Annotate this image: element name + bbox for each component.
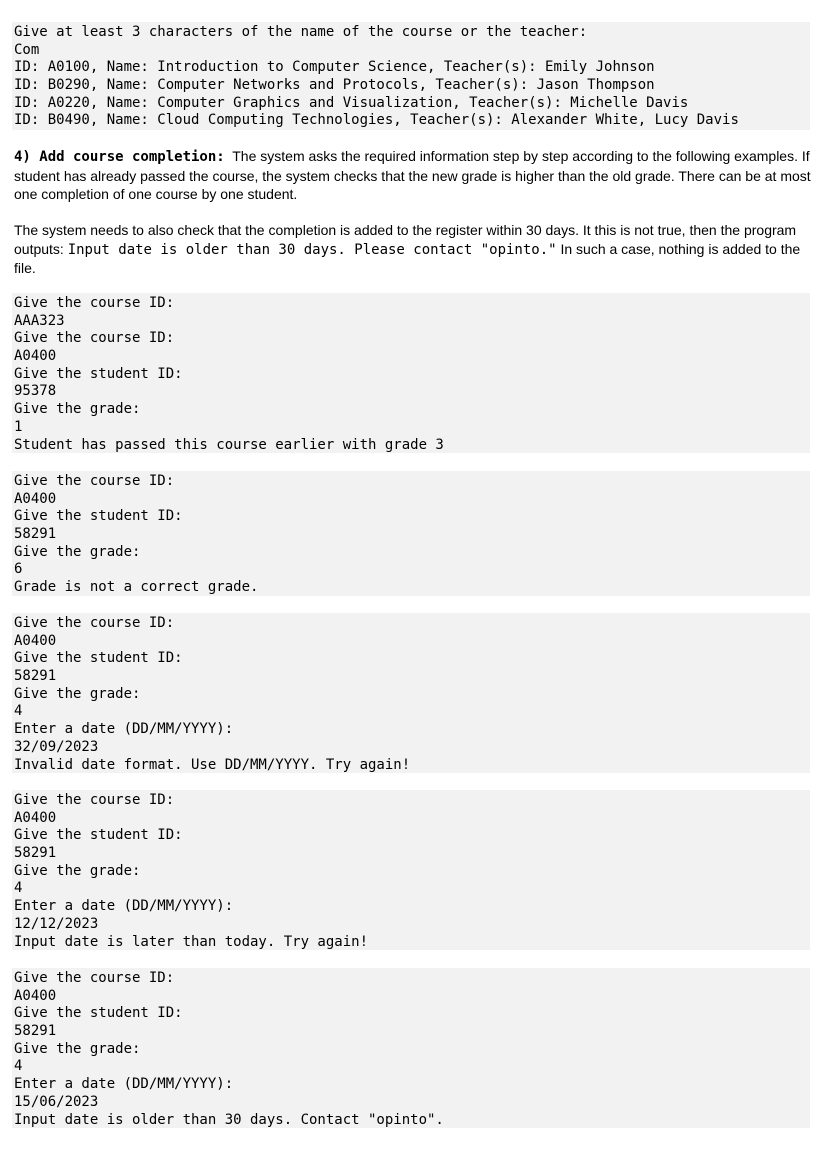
code-line: 15/06/2023 xyxy=(14,1093,99,1110)
code-line: 95378 xyxy=(14,383,57,400)
example-block: Give the course ID: A0400 Give the stude… xyxy=(12,790,810,950)
code-line: Give the course ID: xyxy=(14,473,175,489)
code-line: Give the student ID: xyxy=(14,508,183,525)
code-line: Give the course ID: xyxy=(14,295,175,311)
example-block: Give the course ID: A0400 Give the stude… xyxy=(12,968,810,1128)
code-line: Enter a date (DD/MM/YYYY): xyxy=(14,898,234,915)
rule-inline-code: Input date is older than 30 days. Please… xyxy=(67,241,557,258)
code-line: Input date is later than today. Try agai… xyxy=(14,933,369,950)
code-line: A0400 xyxy=(14,490,57,507)
code-line: 58291 xyxy=(14,1023,57,1040)
code-line: A0400 xyxy=(14,809,57,826)
code-line: 4 xyxy=(14,880,23,897)
code-line: ID: A0100, Name: Introduction to Compute… xyxy=(14,59,655,76)
section-paragraph-rule: The system needs to also check that the … xyxy=(14,221,814,278)
code-line: Give the student ID: xyxy=(14,650,183,667)
code-line: ID: B0490, Name: Cloud Computing Technol… xyxy=(14,112,739,129)
code-line: Give the course ID: xyxy=(14,792,175,808)
code-line: A0400 xyxy=(14,348,57,365)
code-line: Student has passed this course earlier w… xyxy=(14,436,444,453)
code-line: 58291 xyxy=(14,845,57,862)
code-line: Enter a date (DD/MM/YYYY): xyxy=(14,721,234,738)
code-line: Give at least 3 characters of the name o… xyxy=(14,24,588,40)
code-line: Give the student ID: xyxy=(14,1005,183,1022)
code-line: 12/12/2023 xyxy=(14,915,99,932)
code-line: 6 xyxy=(14,561,23,578)
code-line: Give the student ID: xyxy=(14,827,183,844)
code-line: ID: B0290, Name: Computer Networks and P… xyxy=(14,77,655,94)
code-line: Give the grade: xyxy=(14,1040,141,1057)
code-line: AAA323 xyxy=(14,312,65,329)
code-line: 32/09/2023 xyxy=(14,738,99,755)
section-heading: 4) Add course completion: xyxy=(14,149,225,165)
code-line: Give the grade: xyxy=(14,543,141,560)
code-line: Give the course ID: xyxy=(14,615,175,631)
section-paragraph-intro: 4) Add course completion: The system ask… xyxy=(14,147,814,204)
code-line: 1 xyxy=(14,418,23,435)
code-line: A0400 xyxy=(14,632,57,649)
code-line: 58291 xyxy=(14,526,57,543)
code-line: Give the student ID: xyxy=(14,365,183,382)
code-line: Invalid date format. Use DD/MM/YYYY. Try… xyxy=(14,756,411,773)
example-block: Give the course ID: A0400 Give the stude… xyxy=(12,613,810,773)
code-line: ID: A0220, Name: Computer Graphics and V… xyxy=(14,94,689,111)
code-line: Give the grade: xyxy=(14,685,141,702)
code-line: 4 xyxy=(14,1058,23,1075)
example-block: Give the course ID: A0400 Give the stude… xyxy=(12,471,810,596)
code-line: Com xyxy=(14,41,40,58)
code-line: A0400 xyxy=(14,987,57,1004)
code-line: Enter a date (DD/MM/YYYY): xyxy=(14,1076,234,1093)
search-output-block: Give at least 3 characters of the name o… xyxy=(12,22,810,130)
code-line: 58291 xyxy=(14,668,57,685)
code-line: Give the grade: xyxy=(14,862,141,879)
example-block: Give the course ID: AAA323 Give the cour… xyxy=(12,293,810,453)
code-line: Input date is older than 30 days. Contac… xyxy=(14,1111,444,1128)
code-line: Give the grade: xyxy=(14,401,141,418)
code-line: 4 xyxy=(14,703,23,720)
code-line: Give the course ID: xyxy=(14,330,175,347)
code-line: Give the course ID: xyxy=(14,970,175,986)
code-line: Grade is not a correct grade. xyxy=(14,579,259,596)
